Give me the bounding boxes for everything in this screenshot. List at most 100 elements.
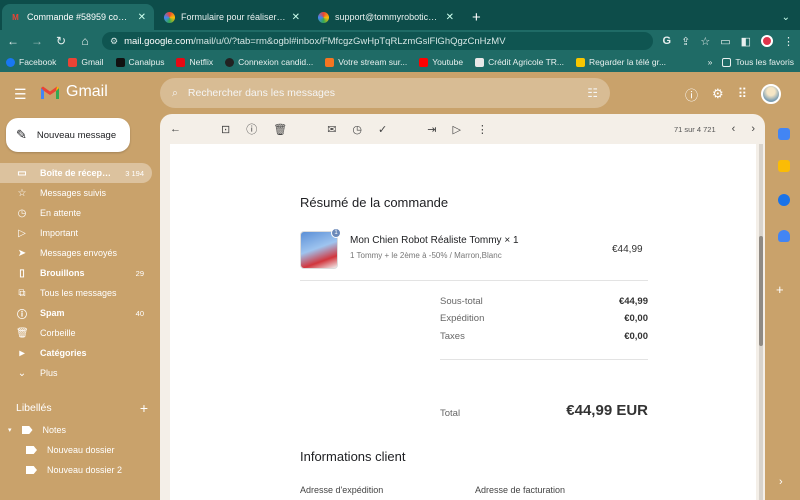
inbox-icon: ▭	[17, 167, 27, 179]
sidebar-item-spam[interactable]: ⓘ Spam 40	[0, 303, 152, 323]
compose-button[interactable]: ✎ Nouveau message	[6, 118, 130, 152]
tv-icon	[576, 57, 586, 67]
youtube-icon	[419, 57, 429, 67]
draft-count: 29	[135, 268, 144, 278]
bookmarks-more-button[interactable]: »	[708, 57, 713, 67]
scrollbar-thumb[interactable]	[759, 236, 763, 346]
forward-icon[interactable]: →	[30, 34, 44, 48]
search-input[interactable]: Rechercher dans les messages	[188, 87, 335, 99]
main-menu-icon[interactable]: ☰	[14, 86, 30, 103]
draft-icon: ▯	[19, 267, 25, 279]
close-icon[interactable]: ✕	[292, 12, 300, 23]
sidebar-item-all-mail[interactable]: ⧉ Tous les messages	[0, 283, 152, 303]
shipping-row: Expédition €0,00	[440, 313, 648, 327]
gmail-header: ☰ Gmail ⌕ Rechercher dans les messages ☷…	[0, 72, 800, 116]
bookmark-gmail[interactable]: Gmail	[68, 57, 104, 67]
cast-icon[interactable]: ▭	[720, 35, 730, 48]
sidebar-item-snoozed[interactable]: ◷ En attente	[0, 203, 152, 223]
bookmark-stream[interactable]: Votre stream sur...	[325, 57, 407, 67]
help-icon[interactable]: ⓘ	[685, 85, 698, 104]
crunchyroll-icon	[325, 57, 335, 67]
tab-formulaire[interactable]: Formulaire pour réaliser des sit ✕	[156, 4, 308, 30]
bookmark-youtube[interactable]: Youtube	[419, 57, 463, 67]
avatar[interactable]	[761, 84, 782, 104]
bookmark-connexion[interactable]: Connexion candid...	[225, 57, 313, 67]
sidebar-item-categories[interactable]: ▸ Catégories	[0, 343, 152, 363]
subtotal-label: Sous-total	[440, 296, 483, 307]
shipping-address-heading: Adresse d'expédition	[300, 485, 384, 495]
tab-support[interactable]: support@tommyrobotics.zend ✕	[310, 4, 462, 30]
tasks-icon[interactable]	[778, 194, 790, 206]
all-mail-icon: ⧉	[18, 287, 26, 299]
taxes-label: Taxes	[440, 331, 465, 342]
mark-unread-icon[interactable]: ✉	[327, 123, 336, 136]
add-task-icon[interactable]: ✓	[378, 123, 387, 136]
sidebar-label-nouveau-dossier[interactable]: Nouveau dossier	[26, 441, 115, 459]
label-as-icon[interactable]: ▷	[452, 123, 460, 136]
reload-icon[interactable]: ↻	[54, 34, 68, 48]
report-spam-icon[interactable]: ⓘ	[246, 121, 257, 137]
sidebar-item-drafts[interactable]: ▯ Brouillons 29	[0, 263, 152, 283]
profile-icon[interactable]	[761, 35, 773, 47]
all-bookmarks-folder[interactable]: Tous les favoris	[722, 57, 794, 67]
new-tab-button[interactable]: +	[462, 4, 491, 30]
shipping-value: €0,00	[624, 313, 648, 324]
archive-icon[interactable]: ⊡	[221, 123, 230, 136]
more-kebab-icon[interactable]: ⋮	[477, 123, 488, 136]
shipping-label: Expédition	[440, 313, 485, 324]
star-icon: ☆	[17, 187, 27, 199]
snooze-icon[interactable]: ◷	[352, 123, 362, 136]
subtotal-row: Sous-total €44,99	[440, 296, 648, 310]
sidebar-item-more[interactable]: ⌄ Plus	[0, 363, 152, 383]
site-info-icon[interactable]: ⚙	[110, 36, 118, 47]
url-field[interactable]: ⚙ mail.google.com/mail/u/0/?tab=rm&ogbl#…	[102, 32, 653, 50]
sidebar-item-trash[interactable]: 🗑 Corbeille	[0, 323, 152, 343]
sidebar-label-notes[interactable]: ▾ Notes	[8, 421, 66, 439]
bookmark-credit-agricole[interactable]: Crédit Agricole TR...	[475, 57, 564, 67]
add-addon-icon[interactable]: +	[776, 282, 784, 297]
bookmark-facebook[interactable]: Facebook	[6, 57, 56, 67]
tab-title: Formulaire pour réaliser des sit	[181, 12, 286, 22]
search-bar[interactable]: ⌕ Rechercher dans les messages ☷	[160, 78, 610, 108]
move-to-icon[interactable]: ⇥	[427, 123, 436, 136]
tab-gmail-order[interactable]: M Commande #58959 confirmée ✕	[2, 4, 154, 30]
bookmark-site-icon	[225, 57, 235, 67]
bookmark-netflix[interactable]: Netflix	[176, 57, 213, 67]
gmail-icon	[41, 86, 59, 99]
share-icon[interactable]: ⇪	[681, 35, 690, 48]
sidebar-label-nouveau-dossier-2[interactable]: Nouveau dossier 2	[26, 461, 122, 479]
close-icon[interactable]: ✕	[446, 12, 454, 23]
previous-icon[interactable]: ‹	[732, 123, 736, 135]
home-icon[interactable]: ⌂	[78, 34, 92, 48]
add-label-icon[interactable]: +	[140, 400, 148, 416]
sidebar-item-important[interactable]: ▷ Important	[0, 223, 152, 243]
close-icon[interactable]: ✕	[138, 12, 146, 23]
back-icon[interactable]: ←	[6, 34, 20, 48]
back-arrow-icon[interactable]: ←	[170, 123, 181, 135]
contacts-icon[interactable]	[778, 230, 790, 242]
search-icon[interactable]: ⌕	[172, 87, 178, 100]
delete-icon[interactable]: 🗑	[273, 123, 287, 136]
apps-grid-icon[interactable]: ⠿	[738, 86, 748, 102]
settings-gear-icon[interactable]: ⚙	[712, 86, 724, 102]
next-icon[interactable]: ›	[751, 123, 755, 135]
labels-title: Libellés	[16, 402, 52, 414]
calendar-icon[interactable]	[778, 128, 790, 140]
search-options-icon[interactable]: ☷	[587, 86, 598, 100]
menu-kebab-icon[interactable]: ⋮	[783, 35, 794, 48]
sidebar-item-sent[interactable]: ➤ Messages envoyés	[0, 243, 152, 263]
gmail-logo[interactable]: Gmail	[40, 83, 108, 101]
label-icon: ▸	[19, 347, 25, 359]
bookmark-star-icon[interactable]: ☆	[700, 35, 710, 48]
bookmark-tele[interactable]: Regarder la télé gr...	[576, 57, 666, 67]
extensions-area: G ⇪ ☆ ▭ ◧ ⋮	[663, 35, 794, 48]
sidebar-item-inbox[interactable]: ▭ Boîte de récepti... 3 194	[0, 163, 152, 183]
sidebar-item-starred[interactable]: ☆ Messages suivis	[0, 183, 152, 203]
keep-icon[interactable]	[778, 160, 790, 172]
caret-down-icon[interactable]: ▾	[8, 426, 12, 434]
chevron-right-icon[interactable]: ›	[779, 476, 783, 488]
google-icon[interactable]: G	[663, 35, 672, 47]
chevron-down-icon[interactable]: ⌄	[772, 4, 800, 30]
bookmark-canalpus[interactable]: Canalpus	[115, 57, 164, 67]
side-panel-icon[interactable]: ◧	[741, 35, 751, 48]
